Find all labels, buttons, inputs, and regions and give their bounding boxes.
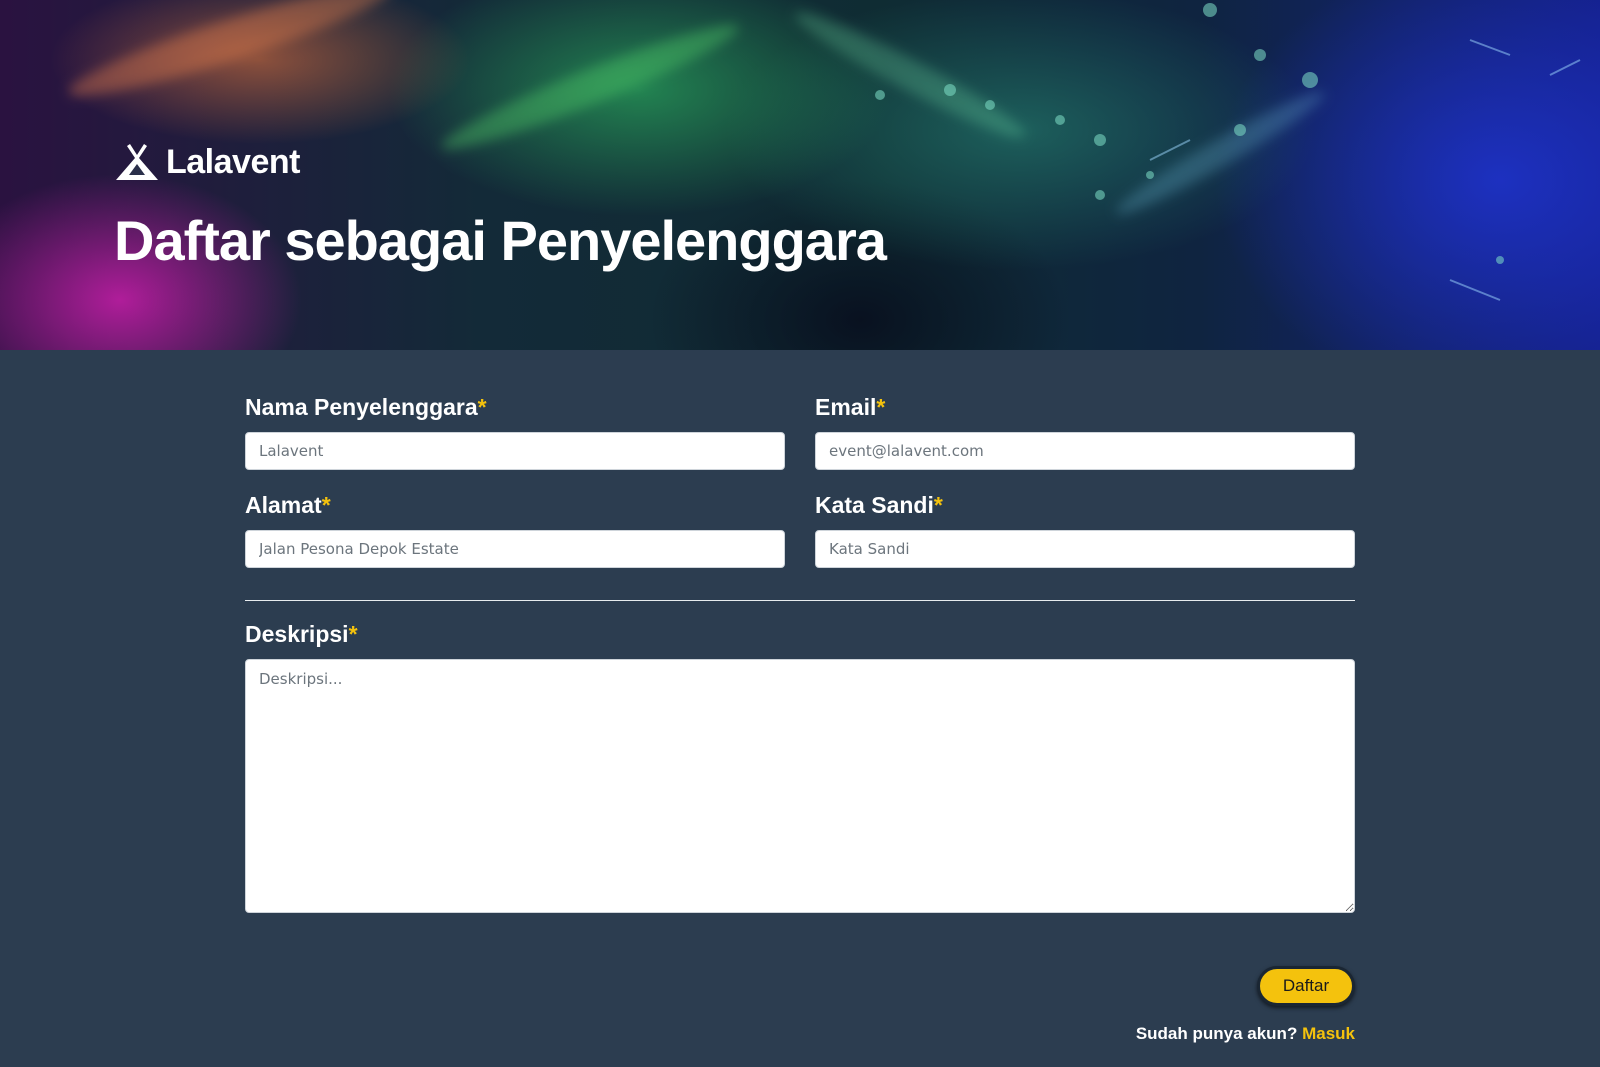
required-asterisk: * (933, 492, 943, 518)
required-asterisk: * (348, 621, 358, 647)
address-input[interactable] (245, 530, 785, 568)
section-divider (245, 600, 1355, 601)
page-title: Daftar sebagai Penyelenggara (114, 209, 887, 272)
organizer-name-label: Nama Penyelenggara* (245, 394, 487, 420)
password-label: Kata Sandi* (815, 492, 943, 518)
email-group: Email* (815, 392, 1355, 470)
email-input[interactable] (815, 432, 1355, 470)
address-label: Alamat* (245, 492, 331, 518)
hero-banner: Lalavent Daftar sebagai Penyelenggara (0, 0, 1600, 350)
brand-name: Lalavent (166, 142, 300, 181)
organizer-name-group: Nama Penyelenggara* (245, 392, 785, 470)
register-button[interactable]: Daftar (1257, 966, 1355, 1006)
tent-icon (116, 144, 158, 180)
form-row: Nama Penyelenggara* Email* (245, 392, 1355, 470)
description-label: Deskripsi* (245, 621, 358, 647)
password-input[interactable] (815, 530, 1355, 568)
form-actions: Daftar (1257, 966, 1355, 1006)
email-label: Email* (815, 394, 886, 420)
description-textarea[interactable] (245, 659, 1355, 913)
required-asterisk: * (477, 394, 487, 420)
brand-logo[interactable]: Lalavent (114, 142, 300, 182)
password-group: Kata Sandi* (815, 490, 1355, 568)
required-asterisk: * (321, 492, 331, 518)
required-asterisk: * (876, 394, 886, 420)
login-link[interactable]: Masuk (1302, 1024, 1355, 1043)
form-row: Alamat* Kata Sandi* (245, 490, 1355, 568)
description-group: Deskripsi* (245, 619, 1355, 913)
organizer-name-input[interactable] (245, 432, 785, 470)
organizer-signup-form: Nama Penyelenggara* Email* Alamat* Kata … (245, 392, 1355, 913)
login-prompt: Sudah punya akun? Masuk (1136, 1024, 1355, 1044)
login-prompt-text: Sudah punya akun? (1135, 1024, 1298, 1043)
address-group: Alamat* (245, 490, 785, 568)
